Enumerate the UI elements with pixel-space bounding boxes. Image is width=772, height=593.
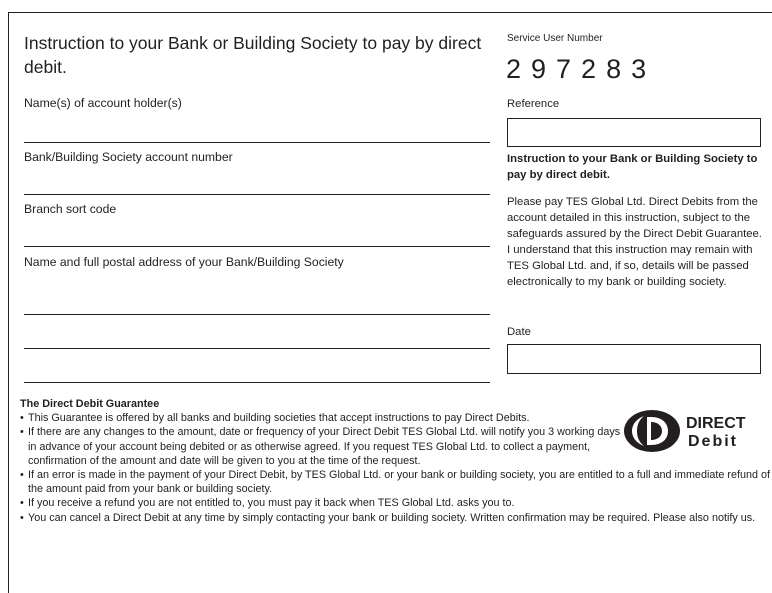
account-number-label: Bank/Building Society account number — [24, 150, 233, 164]
reference-input[interactable] — [507, 118, 761, 147]
account-holder-label: Name(s) of account holder(s) — [24, 96, 182, 110]
bank-address-line-2[interactable] — [24, 348, 490, 349]
direct-debit-logo: DIRECT Debit — [622, 408, 764, 454]
guarantee-item: This Guarantee is offered by all banks a… — [20, 411, 624, 425]
instruction-heading: Instruction to your Bank or Building Soc… — [507, 153, 758, 181]
service-user-label: Service User Number — [507, 33, 603, 44]
service-user-number: 297283 — [506, 54, 657, 84]
guarantee-item: If there are any changes to the amount, … — [20, 425, 624, 468]
sort-code-field[interactable] — [24, 246, 490, 247]
bank-address-line-3[interactable] — [24, 382, 490, 383]
date-label: Date — [507, 326, 531, 338]
reference-label: Reference — [507, 98, 560, 110]
sort-code-label: Branch sort code — [24, 202, 117, 216]
bank-address-label: Name and full postal address of your Ban… — [24, 255, 344, 269]
logo-line1: DIRECT — [686, 415, 746, 432]
date-input[interactable] — [507, 344, 761, 374]
direct-debit-logo-icon: DIRECT Debit — [624, 410, 746, 452]
account-number-field[interactable] — [24, 194, 490, 195]
guarantee-item: If you receive a refund you are not enti… — [20, 496, 770, 510]
instruction-body: Please pay TES Global Ltd. Direct Debits… — [507, 196, 762, 288]
guarantee-item: You can cancel a Direct Debit at any tim… — [20, 511, 770, 525]
account-holder-field[interactable] — [24, 142, 490, 143]
logo-line2: Debit — [688, 433, 738, 450]
form-title: Instruction to your Bank or Building Soc… — [24, 33, 482, 77]
bank-address-line-1[interactable] — [24, 314, 490, 315]
guarantee-item: If an error is made in the payment of yo… — [20, 468, 770, 496]
